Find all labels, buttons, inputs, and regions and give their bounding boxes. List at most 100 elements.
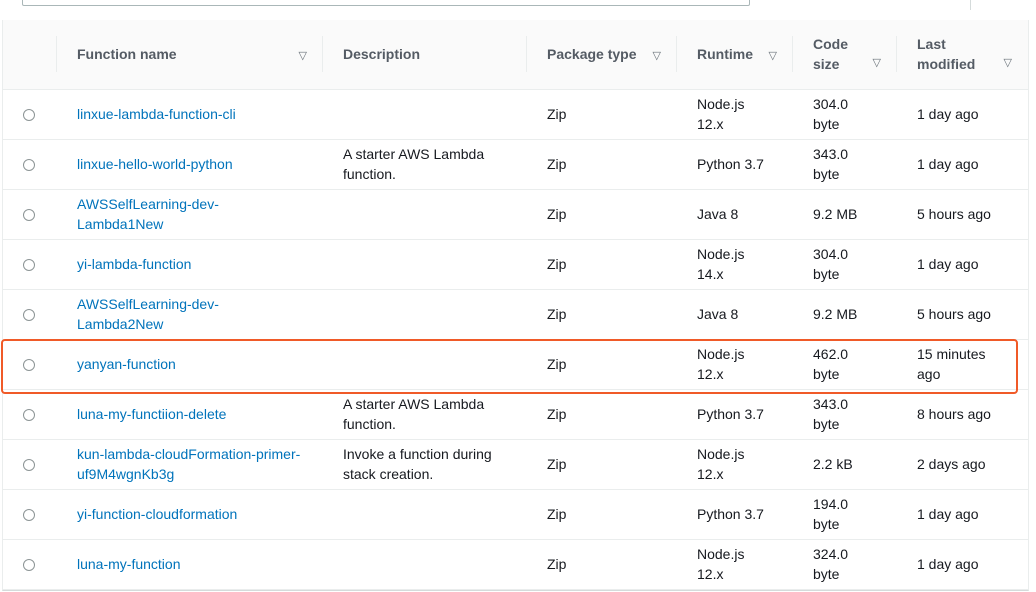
sort-icon[interactable]: ▽ [653, 46, 661, 66]
column-label: Description [343, 46, 421, 63]
table-row[interactable]: luna-my-function Zip Node.js 12.x 324.0 … [3, 539, 1028, 589]
function-last-modified: 15 minutes ago [917, 346, 986, 382]
function-code-size: 304.0 byte [813, 96, 849, 132]
sort-icon[interactable]: ▽ [769, 46, 777, 66]
function-description [323, 189, 527, 239]
column-label: Package type [547, 46, 637, 63]
function-code-size: 9.2 MB [813, 306, 858, 322]
function-last-modified: 1 day ago [917, 506, 979, 522]
function-code-size: 2.2 kB [813, 456, 853, 472]
column-header-description: Description [323, 20, 527, 90]
function-name-link[interactable]: AWSSelfLearning-dev-Lambda1New [77, 196, 219, 232]
row-select-radio[interactable] [23, 459, 35, 472]
column-header-function-name[interactable]: Function name ▽ [57, 20, 323, 90]
function-last-modified: 5 hours ago [917, 306, 991, 322]
function-package-type: Zip [547, 106, 567, 122]
function-code-size: 324.0 byte [813, 546, 849, 582]
row-select-radio[interactable] [23, 359, 35, 372]
table-row[interactable]: AWSSelfLearning-dev-Lambda2New Zip Java … [3, 289, 1028, 339]
function-runtime: Java 8 [697, 306, 739, 322]
function-code-size: 462.0 byte [813, 346, 849, 382]
table-row[interactable]: kun-lambda-cloudFormation-primer-uf9M4wg… [3, 439, 1028, 489]
functions-table: Function name ▽ Description Package type… [3, 20, 1028, 590]
function-name-link[interactable]: luna-my-functiion-delete [77, 406, 226, 422]
function-code-size: 343.0 byte [813, 396, 849, 432]
function-description [323, 489, 527, 539]
row-select-radio[interactable] [23, 109, 35, 122]
function-code-size: 194.0 byte [813, 496, 849, 532]
select-column-header [3, 20, 57, 90]
column-label: Function name [77, 46, 177, 63]
function-description [323, 89, 527, 139]
sort-icon[interactable]: ▽ [873, 53, 881, 73]
function-runtime: Node.js 12.x [697, 546, 745, 582]
row-select-radio[interactable] [23, 559, 35, 572]
function-name-link[interactable]: yi-function-cloudformation [77, 506, 237, 522]
function-package-type: Zip [547, 156, 567, 172]
function-description: Invoke a function during stack creation. [343, 446, 492, 482]
function-name-link[interactable]: AWSSelfLearning-dev-Lambda2New [77, 296, 219, 332]
row-select-radio[interactable] [23, 259, 35, 272]
sort-icon[interactable]: ▽ [299, 46, 307, 66]
function-package-type: Zip [547, 556, 567, 572]
filter-functions-input[interactable] [22, 0, 750, 6]
row-select-radio[interactable] [23, 509, 35, 522]
function-name-link[interactable]: kun-lambda-cloudFormation-primer-uf9M4wg… [77, 446, 300, 482]
function-name-link[interactable]: luna-my-function [77, 556, 181, 572]
function-runtime: Node.js 12.x [697, 346, 745, 382]
function-runtime: Node.js 12.x [697, 96, 745, 132]
function-name-link[interactable]: yanyan-function [77, 356, 176, 372]
column-header-runtime[interactable]: Runtime ▽ [677, 20, 793, 90]
functions-table-container: Function name ▽ Description Package type… [2, 20, 1029, 591]
function-package-type: Zip [547, 356, 567, 372]
function-code-size: 343.0 byte [813, 146, 849, 182]
table-row[interactable]: linxue-hello-world-python A starter AWS … [3, 139, 1028, 189]
function-runtime: Python 3.7 [697, 156, 764, 172]
lambda-functions-panel: Function name ▽ Description Package type… [0, 0, 1036, 592]
column-label: Runtime [697, 46, 753, 63]
function-name-link[interactable]: linxue-hello-world-python [77, 156, 233, 172]
function-description [323, 339, 527, 389]
function-last-modified: 1 day ago [917, 556, 979, 572]
function-package-type: Zip [547, 256, 567, 272]
table-row[interactable]: luna-my-functiion-delete A starter AWS L… [3, 389, 1028, 439]
sort-icon[interactable]: ▽ [1004, 53, 1012, 73]
table-row[interactable]: yi-lambda-function Zip Node.js 14.x 304.… [3, 239, 1028, 289]
row-select-radio[interactable] [23, 209, 35, 222]
column-label-line1: Last [917, 36, 946, 53]
function-runtime: Python 3.7 [697, 506, 764, 522]
table-row[interactable]: AWSSelfLearning-dev-Lambda1New Zip Java … [3, 189, 1028, 239]
table-row[interactable]: yi-function-cloudformation Zip Python 3.… [3, 489, 1028, 539]
table-row[interactable]: linxue-lambda-function-cli Zip Node.js 1… [3, 89, 1028, 139]
function-description: A starter AWS Lambda function. [343, 146, 485, 182]
function-last-modified: 2 days ago [917, 456, 986, 472]
function-package-type: Zip [547, 456, 567, 472]
row-select-radio[interactable] [23, 409, 35, 422]
row-select-radio[interactable] [23, 159, 35, 172]
table-header-row: Function name ▽ Description Package type… [3, 20, 1028, 90]
column-header-package-type[interactable]: Package type ▽ [527, 20, 677, 90]
row-select-radio[interactable] [23, 309, 35, 322]
column-header-last-modified[interactable]: Last modified ▽ [897, 20, 1028, 90]
column-label-line2: size [813, 56, 840, 73]
toolbar-divider [970, 0, 971, 10]
function-description [323, 289, 527, 339]
table-row[interactable]: yanyan-function Zip Node.js 12.x 462.0 b… [3, 339, 1028, 389]
function-code-size: 9.2 MB [813, 206, 858, 222]
functions-table-body: linxue-lambda-function-cli Zip Node.js 1… [3, 89, 1028, 589]
function-last-modified: 5 hours ago [917, 206, 991, 222]
column-label-line1: Code [813, 36, 848, 53]
function-runtime: Python 3.7 [697, 406, 764, 422]
function-last-modified: 8 hours ago [917, 406, 991, 422]
function-last-modified: 1 day ago [917, 256, 979, 272]
function-package-type: Zip [547, 206, 567, 222]
function-last-modified: 1 day ago [917, 156, 979, 172]
function-code-size: 304.0 byte [813, 246, 849, 282]
function-last-modified: 1 day ago [917, 106, 979, 122]
function-package-type: Zip [547, 406, 567, 422]
function-runtime: Java 8 [697, 206, 739, 222]
function-name-link[interactable]: yi-lambda-function [77, 256, 191, 272]
function-runtime: Node.js 12.x [697, 446, 745, 482]
column-header-code-size[interactable]: Code size ▽ [793, 20, 897, 90]
function-name-link[interactable]: linxue-lambda-function-cli [77, 106, 236, 122]
